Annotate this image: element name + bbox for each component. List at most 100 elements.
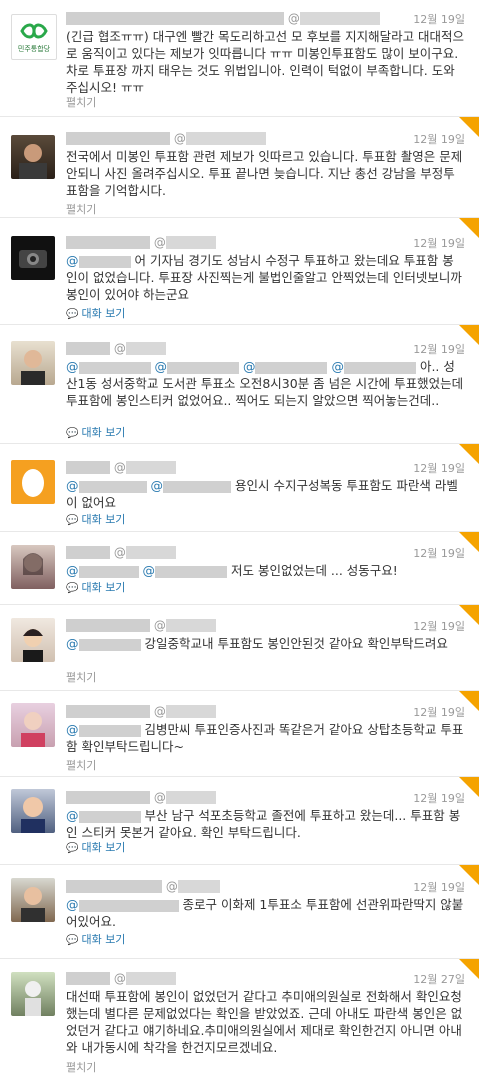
expand-link[interactable]: 펼치기: [66, 94, 96, 110]
egg-icon: [22, 469, 44, 497]
tweet-time[interactable]: 12월 19일: [413, 131, 465, 147]
mention[interactable]: @: [243, 359, 328, 374]
user-handle[interactable]: [165, 619, 216, 632]
mention[interactable]: @: [66, 253, 131, 268]
tweet-time[interactable]: 12월 27일: [413, 971, 465, 987]
mention[interactable]: @: [142, 563, 227, 578]
tweet-time[interactable]: 12월 19일: [413, 790, 465, 806]
tweet-time[interactable]: 12월 19일: [413, 879, 465, 895]
user-name[interactable]: [66, 12, 284, 25]
speech-bubble-icon: 💬: [66, 583, 79, 594]
tweet-item[interactable]: ★ @ 12월 19일 @ @ @ @ 아.. 성산1동 성서중학교 도서관 투…: [0, 325, 479, 444]
user-handle[interactable]: [165, 705, 216, 718]
at-sign: @: [153, 618, 166, 633]
view-conversation-link[interactable]: 💬 대화 보기: [66, 305, 125, 321]
tweet-time[interactable]: 12월 19일: [413, 618, 465, 634]
user-handle[interactable]: [299, 12, 380, 25]
tweet-time[interactable]: 12월 19일: [413, 341, 465, 357]
tweet-item[interactable]: ★ @ 12월 19일 @ @ 용인시 수지구성복동 투표함도 파란색 라벨이 …: [0, 444, 479, 532]
tweet-time[interactable]: 12월 19일: [413, 704, 465, 720]
avatar[interactable]: [11, 703, 55, 747]
view-conversation-link[interactable]: 💬 대화 보기: [66, 511, 125, 527]
tweet-text: 전국에서 미봉인 투표함 관련 제보가 잇따르고 있습니다. 투표함 촬영은 문…: [66, 149, 463, 198]
tweet-item[interactable]: ★ @ 12월 27일 대선때 투표함에 봉인이 없었던거 같다고 추미애의원실…: [0, 959, 479, 1080]
tweet-text: 대선때 투표함에 봉인이 없었던거 같다고 추미애의원실로 전화해서 확인요청했…: [66, 989, 463, 1055]
tweet-item[interactable]: ★ @ 12월 19일 @ 어 기자님 경기도 성남시 수정구 투표하고 왔는데…: [0, 218, 479, 325]
tweet-meta: @ 12월 19일: [66, 879, 465, 895]
expand-link[interactable]: 펼치기: [66, 1059, 96, 1075]
at-sign: @: [165, 879, 178, 894]
view-conversation-link[interactable]: 💬 대화 보기: [66, 579, 125, 595]
user-name[interactable]: [66, 972, 110, 985]
mention[interactable]: @: [66, 722, 141, 737]
user-handle[interactable]: [165, 791, 216, 804]
user-name[interactable]: [66, 236, 150, 249]
mention[interactable]: @: [66, 563, 139, 578]
person-photo-icon: [23, 629, 43, 662]
avatar[interactable]: [11, 236, 55, 280]
user-handle[interactable]: [125, 461, 176, 474]
person-photo-icon: [21, 797, 45, 833]
speech-bubble-icon: 💬: [66, 843, 79, 854]
mention[interactable]: @: [66, 478, 147, 493]
tweet-time[interactable]: 12월 19일: [413, 545, 465, 561]
tweet-meta: @ 12월 19일: [66, 704, 465, 720]
user-handle[interactable]: [185, 132, 266, 145]
avatar[interactable]: [11, 460, 55, 504]
tweet-meta: @ 12월 19일: [66, 131, 465, 147]
tweet-item[interactable]: ★ @ 12월 19일 전국에서 미봉인 투표함 관련 제보가 잇따르고 있습니…: [0, 117, 479, 218]
avatar[interactable]: [11, 341, 55, 385]
avatar[interactable]: [11, 878, 55, 922]
tweet-time[interactable]: 12월 19일: [413, 11, 465, 27]
person-photo-icon: [21, 887, 45, 922]
user-name[interactable]: [66, 791, 150, 804]
mention[interactable]: @: [154, 359, 239, 374]
mention[interactable]: @: [150, 478, 231, 493]
user-name[interactable]: [66, 342, 110, 355]
user-name[interactable]: [66, 461, 110, 474]
mention[interactable]: @: [66, 636, 141, 651]
at-sign: @: [153, 704, 166, 719]
tweet-time[interactable]: 12월 19일: [413, 235, 465, 251]
view-conversation-link[interactable]: 💬 대화 보기: [66, 839, 125, 855]
user-handle[interactable]: [177, 880, 220, 893]
person-photo-icon: [19, 144, 47, 179]
user-handle[interactable]: [125, 546, 176, 559]
tweet-item[interactable]: ★ @ 12월 19일 @ 부산 남구 석포초등학교 졸전에 투표하고 왔는데.…: [0, 777, 479, 865]
expand-link[interactable]: 펼치기: [66, 201, 96, 217]
tweet-item[interactable]: 민주통합당 @ 12월 19일 (긴급 협조ㅠㅠ) 대구엔 빨간 목도리하고선 …: [0, 0, 479, 117]
tweet-text: @ 강일중학교내 투표함도 봉인안된것 같아요 확인부탁드려요: [66, 636, 448, 651]
user-handle[interactable]: [165, 236, 216, 249]
user-handle[interactable]: [125, 342, 166, 355]
mention[interactable]: @: [66, 808, 141, 823]
view-conversation-link[interactable]: 💬 대화 보기: [66, 424, 125, 440]
tweet-item[interactable]: ★ @ 12월 19일 @ @ 저도 봉인없었는데 ... 성동구요! 💬 대화 …: [0, 532, 479, 605]
avatar[interactable]: [11, 972, 55, 1016]
expand-link[interactable]: 펼치기: [66, 757, 96, 773]
user-name[interactable]: [66, 619, 150, 632]
tweet-item[interactable]: ★ @ 12월 19일 @ 강일중학교내 투표함도 봉인안된것 같아요 확인부탁…: [0, 605, 479, 691]
tweet-item[interactable]: ★ @ 12월 19일 @ 종로구 이화제 1투표소 투표함에 선관위파란딱지 …: [0, 865, 479, 959]
at-sign: @: [153, 790, 166, 805]
avatar[interactable]: [11, 618, 55, 662]
view-conversation-link[interactable]: 💬 대화 보기: [66, 931, 125, 947]
tweet-item[interactable]: ★ @ 12월 19일 @ 김병만씨 투표인증사진과 똑같은거 같아요 상탑초등…: [0, 691, 479, 777]
user-name[interactable]: [66, 132, 170, 145]
tweet-text: @ 종로구 이화제 1투표소 투표함에 선관위파란딱지 않붙어있어요.: [66, 897, 464, 929]
user-name[interactable]: [66, 705, 150, 718]
person-photo-icon: [21, 712, 45, 747]
speech-bubble-icon: 💬: [66, 309, 79, 320]
mention[interactable]: @: [66, 897, 179, 912]
avatar[interactable]: 민주통합당: [11, 14, 57, 60]
avatar[interactable]: [11, 545, 55, 589]
tweet-time[interactable]: 12월 19일: [413, 460, 465, 476]
user-handle[interactable]: [125, 972, 176, 985]
at-sign: @: [173, 131, 186, 146]
avatar[interactable]: [11, 135, 55, 179]
mention[interactable]: @: [66, 359, 151, 374]
expand-link[interactable]: 펼치기: [66, 669, 96, 685]
user-name[interactable]: [66, 546, 110, 559]
avatar[interactable]: [11, 789, 55, 833]
mention[interactable]: @: [331, 359, 416, 374]
user-name[interactable]: [66, 880, 162, 893]
